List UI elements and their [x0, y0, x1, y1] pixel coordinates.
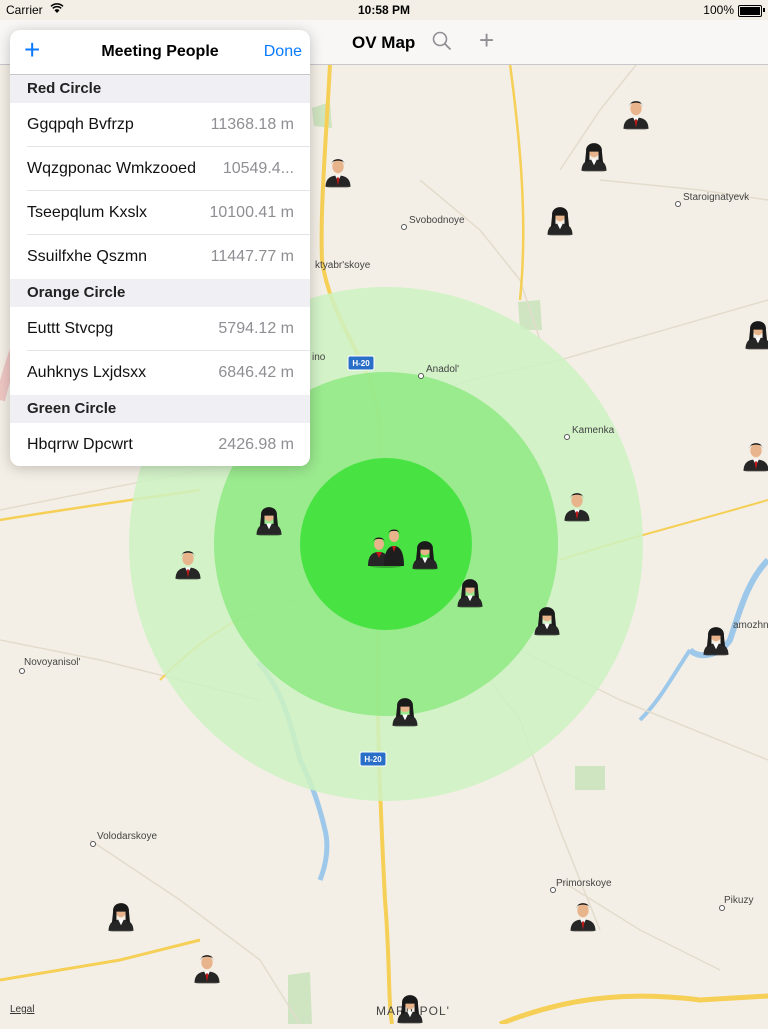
done-button[interactable]: Done: [264, 43, 302, 61]
popover-header: + Meeting People Done: [10, 30, 310, 75]
male-person-pin[interactable]: [622, 96, 650, 135]
female-person-pin[interactable]: [456, 574, 484, 613]
person-distance: 6846.42 m: [218, 364, 294, 381]
status-bar: Carrier 10:58 PM 100%: [0, 0, 768, 20]
female-person-pin[interactable]: [546, 202, 574, 241]
male-person-pin[interactable]: [174, 546, 202, 585]
road-shield-h20: H-20: [352, 359, 370, 368]
park-area: [288, 972, 312, 1024]
people-list: Red Circle Ggqpqh Bvfrzp 11368.18 m Wqzgpon…: [10, 75, 310, 466]
person-distance: 5794.12 m: [218, 320, 294, 337]
search-icon[interactable]: [431, 30, 453, 52]
park-area: [575, 766, 605, 790]
person-name: Hbqrrw Dpcwrt: [27, 436, 133, 453]
female-person-pin[interactable]: [533, 602, 561, 641]
person-distance: 10549.4...: [222, 160, 294, 177]
battery-tip: [763, 8, 765, 12]
female-person-pin[interactable]: [107, 898, 135, 937]
person-distance: 11368.18 m: [210, 116, 294, 133]
male-person-pin[interactable]: [324, 154, 352, 193]
male-person-pin[interactable]: [193, 950, 221, 989]
female-person-pin[interactable]: [391, 693, 419, 732]
nav-title: OV Map: [352, 33, 416, 52]
label-novoyanisol: Novoyanisol': [24, 657, 80, 668]
meeting-group-pin[interactable]: [366, 522, 406, 573]
list-item[interactable]: Wqzgponac Wmkzooed 10549.4...: [10, 147, 310, 191]
female-person-pin[interactable]: [702, 622, 730, 661]
person-name: Ggqpqh Bvfrzp: [27, 116, 134, 133]
label-volodarskoye: Volodarskoye: [97, 831, 157, 842]
clock: 10:58 PM: [357, 3, 411, 17]
battery-icon: [738, 5, 762, 17]
person-distance: 10100.41 m: [209, 204, 294, 221]
male-person-pin[interactable]: [742, 438, 768, 477]
list-item[interactable]: Ssuilfxhe Qszmn 11447.77 m: [10, 235, 310, 279]
male-person-pin[interactable]: [569, 898, 597, 937]
label-kamenka: Kamenka: [572, 425, 615, 436]
male-person-pin[interactable]: [563, 488, 591, 527]
section-header: Green Circle: [10, 395, 310, 423]
legal-link[interactable]: Legal: [10, 1004, 34, 1015]
person-name: Euttt Stvcpg: [27, 320, 114, 337]
list-item[interactable]: Ggqpqh Bvfrzp 11368.18 m: [10, 103, 310, 147]
list-item[interactable]: Auhknys Lxjdsxx 6846.42 m: [10, 351, 310, 395]
label-primorskoye: Primorskoye: [556, 878, 612, 889]
list-item[interactable]: Euttt Stvcpg 5794.12 m: [10, 307, 310, 351]
label-ino: ino: [312, 352, 326, 363]
label-oktyabrskoye: ktyabr'skoye: [315, 260, 371, 271]
section-header: Red Circle: [10, 75, 310, 103]
label-pikuzy: Pikuzy: [724, 895, 753, 906]
person-name: Tseepqlum Kxslx: [27, 204, 148, 221]
person-distance: 11447.77 m: [210, 248, 294, 265]
female-person-pin[interactable]: [580, 138, 608, 177]
female-person-pin[interactable]: [255, 502, 283, 541]
person-name: Auhknys Lxjdsxx: [27, 364, 147, 381]
female-person-pin[interactable]: [744, 316, 768, 355]
label-svobodnoye: Svobodnoye: [409, 215, 465, 226]
female-person-pin[interactable]: [396, 990, 424, 1029]
female-person-pin[interactable]: [411, 536, 439, 575]
road-shield-h20: H-20: [364, 755, 382, 764]
meeting-people-popover: + Meeting People Done Red Circle Ggqpqh B…: [10, 30, 310, 466]
list-item[interactable]: Hbqrrw Dpcwrt 2426.98 m: [10, 423, 310, 466]
label-anadol: Anadol': [426, 364, 459, 375]
label-staroignatyevka: Staroignatyevk: [683, 192, 750, 203]
person-name: Wqzgponac Wmkzooed: [27, 160, 196, 177]
park-area: [518, 300, 542, 330]
battery-percentage: 100%: [703, 3, 734, 17]
person-distance: 2426.98 m: [218, 436, 294, 453]
label-samozhn: amozhn: [733, 620, 768, 631]
plus-icon[interactable]: +: [479, 27, 494, 53]
person-name: Ssuilfxhe Qszmn: [27, 248, 148, 265]
list-item[interactable]: Tseepqlum Kxslx 10100.41 m: [10, 191, 310, 235]
section-header: Orange Circle: [10, 279, 310, 307]
